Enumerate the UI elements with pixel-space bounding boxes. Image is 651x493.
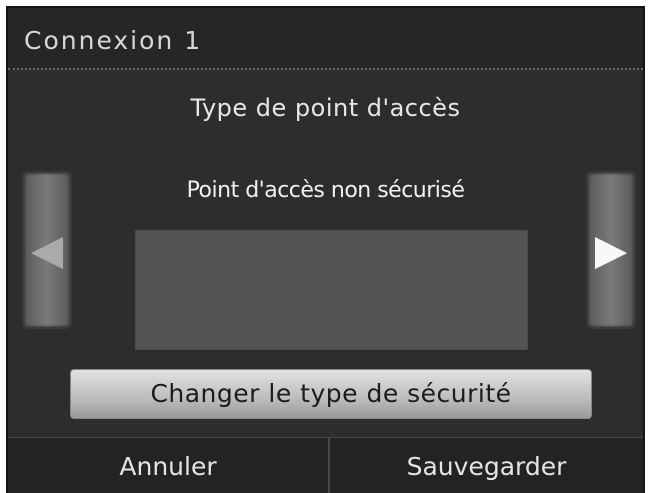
- bottom-action-bar: Annuler Sauvegarder: [8, 437, 643, 493]
- left-arrow-icon: ◀: [30, 225, 64, 274]
- right-arrow-icon: ▶: [594, 225, 628, 274]
- save-button[interactable]: Sauvegarder: [330, 438, 643, 493]
- connection-settings-screen: Connexion 1 Type de point d'accès Point …: [6, 6, 645, 493]
- access-point-type-value: Point d'accès non sécurisé: [186, 178, 465, 203]
- next-option-button[interactable]: ▶: [586, 171, 636, 329]
- page-title: Connexion 1: [24, 26, 203, 55]
- change-security-type-button[interactable]: Changer le type de sécurité: [70, 369, 592, 419]
- cancel-button[interactable]: Annuler: [8, 438, 328, 493]
- section-heading: Type de point d'accès: [190, 94, 461, 122]
- security-type-preview: [135, 230, 528, 350]
- title-bar: Connexion 1: [8, 8, 643, 70]
- previous-option-button[interactable]: ◀: [22, 171, 72, 329]
